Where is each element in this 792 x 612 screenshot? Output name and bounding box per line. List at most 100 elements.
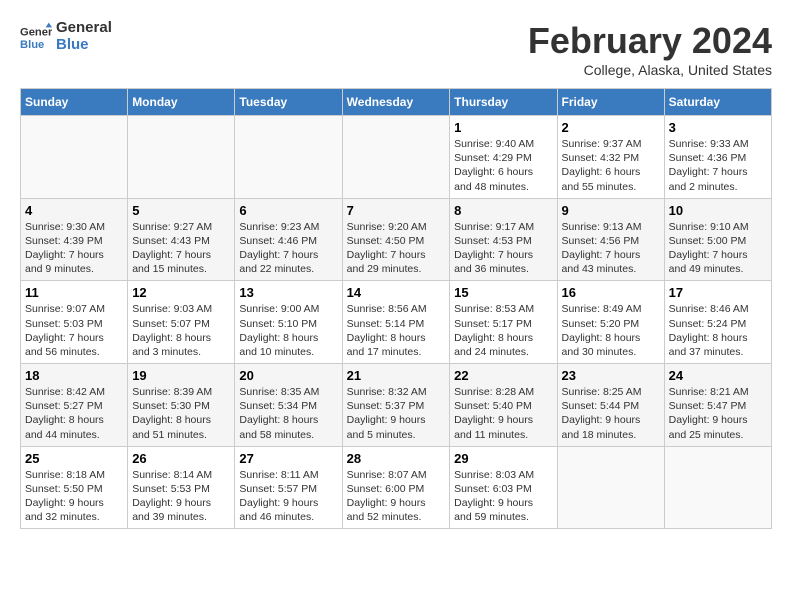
day-number: 29 — [454, 451, 552, 466]
day-number: 14 — [347, 285, 446, 300]
day-number: 26 — [132, 451, 230, 466]
calendar-cell: 12 Sunrise: 9:03 AM Sunset: 5:07 PM Dayli… — [128, 281, 235, 364]
calendar-cell: 11Sunrise: 9:07 AM Sunset: 5:03 PM Dayli… — [21, 281, 128, 364]
calendar-cell: 28 Sunrise: 8:07 AM Sunset: 6:00 PM Dayli… — [342, 446, 450, 529]
day-info: Sunrise: 9:37 AM Sunset: 4:32 PM Dayligh… — [562, 137, 660, 194]
day-number: 10 — [669, 203, 767, 218]
week-row-1: 1 Sunrise: 9:40 AM Sunset: 4:29 PM Daylig… — [21, 116, 772, 199]
logo-icon: General Blue — [20, 21, 52, 53]
col-header-saturday: Saturday — [664, 89, 771, 116]
calendar-cell: 10 Sunrise: 9:10 AM Sunset: 5:00 PM Dayli… — [664, 198, 771, 281]
day-number: 20 — [239, 368, 337, 383]
day-info: Sunrise: 9:07 AM Sunset: 5:03 PM Dayligh… — [25, 302, 123, 359]
calendar-cell: 21 Sunrise: 8:32 AM Sunset: 5:37 PM Dayli… — [342, 364, 450, 447]
calendar-cell: 17 Sunrise: 8:46 AM Sunset: 5:24 PM Dayli… — [664, 281, 771, 364]
calendar-table: SundayMondayTuesdayWednesdayThursdayFrid… — [20, 88, 772, 529]
calendar-cell: 1 Sunrise: 9:40 AM Sunset: 4:29 PM Daylig… — [450, 116, 557, 199]
calendar-cell: 13 Sunrise: 9:00 AM Sunset: 5:10 PM Dayli… — [235, 281, 342, 364]
day-number: 18 — [25, 368, 123, 383]
week-row-5: 25 Sunrise: 8:18 AM Sunset: 5:50 PM Dayli… — [21, 446, 772, 529]
day-info: Sunrise: 9:17 AM Sunset: 4:53 PM Dayligh… — [454, 220, 552, 277]
day-number: 3 — [669, 120, 767, 135]
calendar-cell: 18 Sunrise: 8:42 AM Sunset: 5:27 PM Dayli… — [21, 364, 128, 447]
calendar-cell: 2 Sunrise: 9:37 AM Sunset: 4:32 PM Daylig… — [557, 116, 664, 199]
col-header-wednesday: Wednesday — [342, 89, 450, 116]
day-number: 17 — [669, 285, 767, 300]
day-info: Sunrise: 9:23 AM Sunset: 4:46 PM Dayligh… — [239, 220, 337, 277]
col-header-friday: Friday — [557, 89, 664, 116]
day-number: 13 — [239, 285, 337, 300]
day-info: Sunrise: 8:39 AM Sunset: 5:30 PM Dayligh… — [132, 385, 230, 442]
col-header-thursday: Thursday — [450, 89, 557, 116]
calendar-cell: 27 Sunrise: 8:11 AM Sunset: 5:57 PM Dayli… — [235, 446, 342, 529]
svg-text:General: General — [20, 26, 52, 38]
day-info: Sunrise: 8:11 AM Sunset: 5:57 PM Dayligh… — [239, 468, 337, 525]
day-number: 25 — [25, 451, 123, 466]
calendar-header-row: SundayMondayTuesdayWednesdayThursdayFrid… — [21, 89, 772, 116]
calendar-cell: 7Sunrise: 9:20 AM Sunset: 4:50 PM Daylig… — [342, 198, 450, 281]
day-number: 21 — [347, 368, 446, 383]
calendar-cell: 24 Sunrise: 8:21 AM Sunset: 5:47 PM Dayli… — [664, 364, 771, 447]
svg-text:Blue: Blue — [20, 39, 44, 51]
page-subtitle: College, Alaska, United States — [528, 62, 772, 78]
day-number: 15 — [454, 285, 552, 300]
header: General Blue General Blue February 2024 … — [20, 20, 772, 78]
day-info: Sunrise: 8:53 AM Sunset: 5:17 PM Dayligh… — [454, 302, 552, 359]
day-info: Sunrise: 8:32 AM Sunset: 5:37 PM Dayligh… — [347, 385, 446, 442]
day-number: 8 — [454, 203, 552, 218]
day-info: Sunrise: 8:07 AM Sunset: 6:00 PM Dayligh… — [347, 468, 446, 525]
calendar-cell: 6Sunrise: 9:23 AM Sunset: 4:46 PM Daylig… — [235, 198, 342, 281]
day-number: 9 — [562, 203, 660, 218]
day-info: Sunrise: 8:46 AM Sunset: 5:24 PM Dayligh… — [669, 302, 767, 359]
calendar-cell — [235, 116, 342, 199]
day-number: 27 — [239, 451, 337, 466]
logo-blue: Blue — [56, 37, 112, 54]
title-block: February 2024 College, Alaska, United St… — [528, 20, 772, 78]
day-number: 12 — [132, 285, 230, 300]
day-info: Sunrise: 9:30 AM Sunset: 4:39 PM Dayligh… — [25, 220, 123, 277]
day-info: Sunrise: 9:10 AM Sunset: 5:00 PM Dayligh… — [669, 220, 767, 277]
day-number: 23 — [562, 368, 660, 383]
calendar-cell: 3 Sunrise: 9:33 AM Sunset: 4:36 PM Daylig… — [664, 116, 771, 199]
day-info: Sunrise: 9:03 AM Sunset: 5:07 PM Dayligh… — [132, 302, 230, 359]
day-number: 1 — [454, 120, 552, 135]
day-number: 2 — [562, 120, 660, 135]
calendar-cell: 14Sunrise: 8:56 AM Sunset: 5:14 PM Dayli… — [342, 281, 450, 364]
calendar-cell: 9 Sunrise: 9:13 AM Sunset: 4:56 PM Daylig… — [557, 198, 664, 281]
calendar-cell: 26 Sunrise: 8:14 AM Sunset: 5:53 PM Dayli… — [128, 446, 235, 529]
week-row-4: 18 Sunrise: 8:42 AM Sunset: 5:27 PM Dayli… — [21, 364, 772, 447]
logo-general: General — [56, 20, 112, 37]
day-info: Sunrise: 9:13 AM Sunset: 4:56 PM Dayligh… — [562, 220, 660, 277]
day-info: Sunrise: 8:49 AM Sunset: 5:20 PM Dayligh… — [562, 302, 660, 359]
day-info: Sunrise: 8:18 AM Sunset: 5:50 PM Dayligh… — [25, 468, 123, 525]
calendar-cell: 29Sunrise: 8:03 AM Sunset: 6:03 PM Dayli… — [450, 446, 557, 529]
calendar-cell — [557, 446, 664, 529]
col-header-monday: Monday — [128, 89, 235, 116]
week-row-2: 4 Sunrise: 9:30 AM Sunset: 4:39 PM Daylig… — [21, 198, 772, 281]
day-info: Sunrise: 8:14 AM Sunset: 5:53 PM Dayligh… — [132, 468, 230, 525]
calendar-cell: 19 Sunrise: 8:39 AM Sunset: 5:30 PM Dayli… — [128, 364, 235, 447]
col-header-tuesday: Tuesday — [235, 89, 342, 116]
col-header-sunday: Sunday — [21, 89, 128, 116]
calendar-cell: 23 Sunrise: 8:25 AM Sunset: 5:44 PM Dayli… — [557, 364, 664, 447]
calendar-cell: 22 Sunrise: 8:28 AM Sunset: 5:40 PM Dayli… — [450, 364, 557, 447]
day-info: Sunrise: 8:42 AM Sunset: 5:27 PM Dayligh… — [25, 385, 123, 442]
day-number: 24 — [669, 368, 767, 383]
calendar-cell: 4 Sunrise: 9:30 AM Sunset: 4:39 PM Daylig… — [21, 198, 128, 281]
day-number: 28 — [347, 451, 446, 466]
page-title: February 2024 — [528, 20, 772, 62]
day-number: 19 — [132, 368, 230, 383]
calendar-cell: 5Sunrise: 9:27 AM Sunset: 4:43 PM Daylig… — [128, 198, 235, 281]
day-info: Sunrise: 9:40 AM Sunset: 4:29 PM Dayligh… — [454, 137, 552, 194]
day-info: Sunrise: 9:20 AM Sunset: 4:50 PM Dayligh… — [347, 220, 446, 277]
day-info: Sunrise: 9:00 AM Sunset: 5:10 PM Dayligh… — [239, 302, 337, 359]
day-info: Sunrise: 8:28 AM Sunset: 5:40 PM Dayligh… — [454, 385, 552, 442]
day-number: 22 — [454, 368, 552, 383]
day-info: Sunrise: 8:25 AM Sunset: 5:44 PM Dayligh… — [562, 385, 660, 442]
day-number: 4 — [25, 203, 123, 218]
calendar-cell: 20 Sunrise: 8:35 AM Sunset: 5:34 PM Dayli… — [235, 364, 342, 447]
day-info: Sunrise: 9:33 AM Sunset: 4:36 PM Dayligh… — [669, 137, 767, 194]
day-info: Sunrise: 8:35 AM Sunset: 5:34 PM Dayligh… — [239, 385, 337, 442]
logo: General Blue General Blue — [20, 20, 112, 53]
day-info: Sunrise: 8:21 AM Sunset: 5:47 PM Dayligh… — [669, 385, 767, 442]
